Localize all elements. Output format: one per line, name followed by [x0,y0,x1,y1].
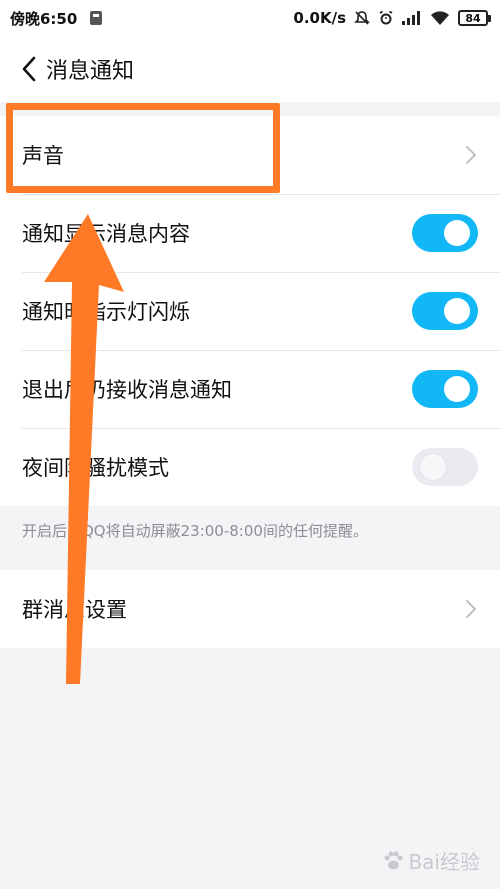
notification-icon [90,11,103,25]
watermark-text: Bai经验 [408,850,480,874]
night-mode-label: 夜间防骚扰模式 [22,456,169,480]
receive-after-exit-label: 退出后仍接收消息通知 [22,378,232,402]
show-content-label: 通知显示消息内容 [22,222,190,246]
settings-row-indicator-light: 通知时指示灯闪烁 [0,272,500,350]
toggle-knob [420,454,446,480]
status-bar: 傍晚6:50 0.0K/s 84 [0,0,500,36]
group-settings-section: 群消息设置 [0,570,500,648]
night-mode-hint: 开启后，QQ将自动屏蔽23:00-8:00间的任何提醒。 [22,522,368,540]
network-speed: 0.0K/s [293,9,346,27]
paw-icon [384,851,403,869]
settings-row-sound[interactable]: 声音 [0,116,500,194]
toggle-knob [444,220,470,246]
notification-settings-list: 声音 通知显示消息内容 通知时指示灯闪烁 退出后仍接收消息通知 夜间防骚扰模式 [0,116,500,506]
battery-indicator: 84 [458,10,491,26]
show-content-toggle[interactable] [412,214,478,252]
receive-after-exit-toggle[interactable] [412,370,478,408]
page-title: 消息通知 [46,59,135,84]
chevron-left-icon[interactable] [18,54,40,84]
settings-row-night-mode: 夜间防骚扰模式 [0,428,500,506]
status-time: 傍晚6:50 [10,9,78,28]
nav-bar: 消息通知 [0,36,500,102]
alarm-icon [379,10,393,25]
settings-row-show-content: 通知显示消息内容 [0,194,500,272]
settings-row-receive-after-exit: 退出后仍接收消息通知 [0,350,500,428]
indicator-light-label: 通知时指示灯闪烁 [22,300,190,324]
watermark: Bai经验 [382,846,480,875]
chevron-right-icon [466,146,476,164]
chevron-right-icon [466,600,476,618]
toggle-knob [444,376,470,402]
settings-row-group-messages[interactable]: 群消息设置 [0,570,500,648]
group-settings-label: 群消息设置 [22,598,127,622]
wifi-icon [431,10,449,25]
night-mode-toggle[interactable] [412,448,478,486]
indicator-light-toggle[interactable] [412,292,478,330]
toggle-knob [444,298,470,324]
sound-label: 声音 [22,144,64,168]
signal-icon [402,11,420,25]
mute-icon [354,11,370,25]
